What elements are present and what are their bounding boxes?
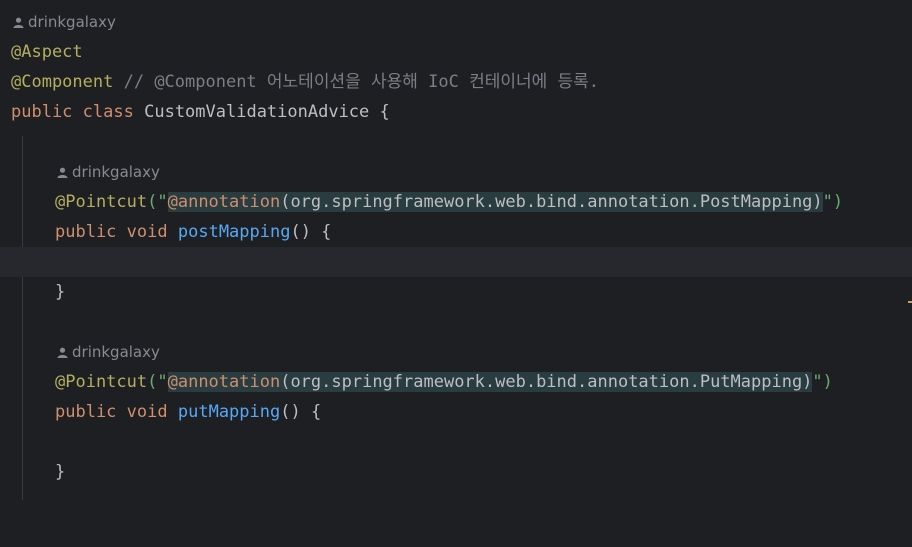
class-name-token: CustomValidationAdvice { xyxy=(144,102,390,122)
author-name: drinkgalaxy xyxy=(72,163,160,181)
author-name: drinkgalaxy xyxy=(72,343,160,361)
annotation-token: @Pointcut xyxy=(55,192,148,212)
annotation-token: @Aspect xyxy=(11,42,83,62)
string-token: (" xyxy=(147,372,168,392)
code-line: } xyxy=(0,277,912,307)
current-line-highlight[interactable] xyxy=(0,247,912,277)
author-name: drinkgalaxy xyxy=(28,13,116,31)
keyword-token: public xyxy=(55,222,117,242)
author-inlay-hint[interactable]: drinkgalaxy xyxy=(57,157,160,187)
method-name-token: postMapping xyxy=(177,222,291,242)
injected-language-fragment: @annotation(org.springframework.web.bind… xyxy=(167,372,813,392)
keyword-token: void xyxy=(126,222,168,242)
keyword-token: public xyxy=(11,102,73,122)
closing-brace: } xyxy=(55,282,66,302)
keyword-token: public xyxy=(55,402,117,422)
code-editor[interactable]: drinkgalaxy @Aspect @Component // @Compo… xyxy=(0,0,912,500)
code-line: public void putMapping() { xyxy=(0,397,912,427)
injected-language-fragment: @annotation(org.springframework.web.bind… xyxy=(167,192,823,212)
keyword-token: void xyxy=(126,402,168,422)
code-line: public void postMapping() { xyxy=(0,217,912,247)
person-icon xyxy=(57,347,68,358)
code-line: @Aspect xyxy=(0,37,912,67)
annotation-token: @Component xyxy=(11,72,114,92)
string-token: ") xyxy=(812,372,833,392)
string-token: (" xyxy=(147,192,168,212)
keyword-token: class xyxy=(82,102,134,122)
punctuation-token: () { xyxy=(280,402,322,422)
code-line: public class CustomValidationAdvice { xyxy=(0,97,912,127)
code-line: } xyxy=(0,457,912,487)
person-icon xyxy=(13,17,24,28)
punctuation-token: () { xyxy=(290,222,332,242)
comment-token: // @Component 어노테이션을 사용해 IoC 컨테이너에 등록. xyxy=(123,72,600,92)
code-line: @Pointcut("@annotation(org.springframewo… xyxy=(0,367,912,397)
scrollbar-warning-marker[interactable] xyxy=(908,301,912,303)
author-inlay-hint[interactable]: drinkgalaxy xyxy=(13,7,116,37)
string-token: ") xyxy=(822,192,844,212)
annotation-token: @Pointcut xyxy=(55,372,148,392)
code-line: @Component // @Component 어노테이션을 사용해 IoC … xyxy=(0,67,912,97)
method-name-token: putMapping xyxy=(177,402,281,422)
author-inlay-hint[interactable]: drinkgalaxy xyxy=(57,337,160,367)
closing-brace: } xyxy=(55,462,66,482)
person-icon xyxy=(57,167,68,178)
code-line: @Pointcut("@annotation(org.springframewo… xyxy=(0,187,912,217)
